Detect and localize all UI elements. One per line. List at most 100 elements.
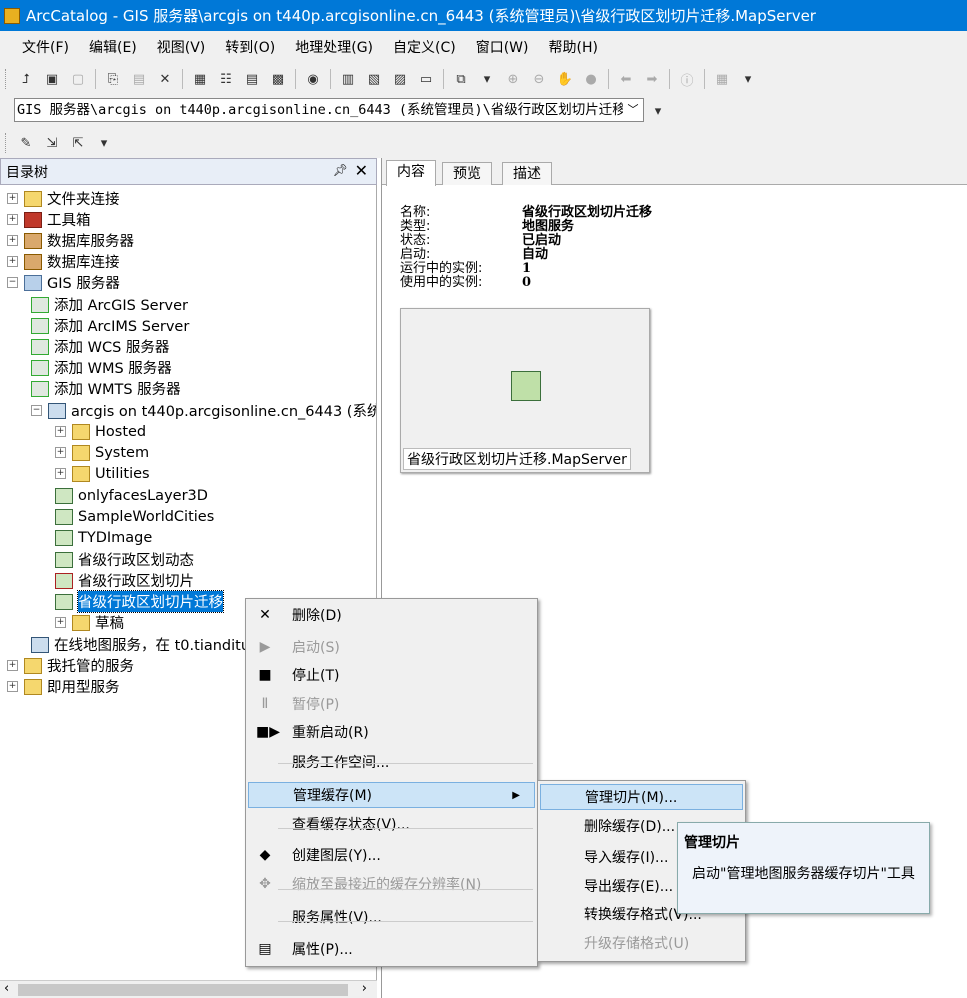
expand-toggle-icon[interactable]: − xyxy=(31,405,42,416)
disconnect-folder-icon[interactable]: ▢ xyxy=(67,69,89,89)
large-icons-icon[interactable]: ▦ xyxy=(189,69,211,89)
scroll-right-icon[interactable]: › xyxy=(362,981,367,996)
forward-icon[interactable]: ➡ xyxy=(641,69,663,89)
menu-go[interactable]: 转到(O) xyxy=(225,37,275,57)
tab-contents[interactable]: 内容 xyxy=(386,160,436,186)
context-menu-item[interactable]: 服务属性(V)... xyxy=(248,904,535,930)
menu-file[interactable]: 文件(F) xyxy=(22,37,69,57)
expand-toggle-icon[interactable]: + xyxy=(55,426,66,437)
tab-preview[interactable]: 预览 xyxy=(442,162,492,185)
context-menu-item[interactable]: ▤ 属性(P)... xyxy=(248,936,535,962)
tree-node[interactable]: 省级行政区划动态 xyxy=(55,549,194,570)
submenu-item[interactable]: 管理切片(M)... xyxy=(540,784,743,810)
context-menu-item[interactable]: ■ 停止(T) xyxy=(248,662,535,688)
connect-folder-icon[interactable]: ▣ xyxy=(41,69,63,89)
context-menu-item[interactable]: ✥ 缩放至最接近的缓存分辨率(N) xyxy=(248,871,535,897)
horizontal-scrollbar[interactable]: ‹ › xyxy=(0,980,377,998)
tree-node[interactable]: 省级行政区划切片 xyxy=(55,570,194,591)
tree-node[interactable]: 添加 WMS 服务器 xyxy=(31,357,172,378)
tree-node[interactable]: + 数据库服务器 xyxy=(7,230,134,251)
tree-node[interactable]: + 文件夹连接 xyxy=(7,188,120,209)
menu-geoprocessing[interactable]: 地理处理(G) xyxy=(295,37,373,57)
expand-toggle-icon[interactable]: + xyxy=(7,235,18,246)
arctoolbox-icon[interactable]: ▨ xyxy=(389,69,411,89)
context-menu-item[interactable]: 查看缓存状态(V)... xyxy=(248,811,535,837)
create-thumbnail-icon[interactable]: ▦ xyxy=(711,69,733,89)
tree-node[interactable]: + 数据库连接 xyxy=(7,251,120,272)
launch-arcmap-icon[interactable]: ◉ xyxy=(302,69,324,89)
edit-metadata-icon[interactable]: ✎ xyxy=(15,133,37,153)
menu-windows[interactable]: 窗口(W) xyxy=(476,37,529,57)
full-extent-icon[interactable]: ● xyxy=(580,69,602,89)
menu-edit[interactable]: 编辑(E) xyxy=(89,37,137,57)
import-metadata-icon[interactable]: ⇲ xyxy=(41,133,63,153)
pin-icon[interactable]: 📌︎ xyxy=(333,163,348,177)
close-icon[interactable]: ✕ xyxy=(355,161,368,180)
menu-view[interactable]: 视图(V) xyxy=(157,37,206,57)
tree-node[interactable]: 添加 WMTS 服务器 xyxy=(31,378,181,399)
context-menu-item[interactable]: 服务工作空间... xyxy=(248,749,535,775)
search-window-icon[interactable]: ▧ xyxy=(363,69,385,89)
expand-toggle-icon[interactable]: − xyxy=(7,277,18,288)
tree-node[interactable]: 添加 ArcIMS Server xyxy=(31,315,189,336)
tree-node[interactable]: + 工具箱 xyxy=(7,209,91,230)
context-menu-item[interactable]: Ⅱ 暂停(P) xyxy=(248,691,535,717)
catalog-window-icon[interactable]: ▥ xyxy=(337,69,359,89)
back-icon[interactable]: ⬅ xyxy=(615,69,637,89)
tree-node[interactable]: + Hosted xyxy=(55,421,146,442)
tree-node[interactable]: − GIS 服务器 xyxy=(7,272,120,293)
tree-node[interactable]: + 即用型服务 xyxy=(7,676,120,697)
tree-node[interactable]: + System xyxy=(55,442,149,463)
expand-toggle-icon[interactable]: + xyxy=(7,256,18,267)
python-window-icon[interactable]: ▭ xyxy=(415,69,437,89)
context-menu-item[interactable]: ▶ 启动(S) xyxy=(248,634,535,660)
toolbar-options-icon[interactable]: ▾ xyxy=(737,69,759,89)
toolbar-options-icon[interactable]: ▾ xyxy=(93,133,115,153)
expand-toggle-icon[interactable]: + xyxy=(7,681,18,692)
menu-customize[interactable]: 自定义(C) xyxy=(393,37,456,57)
expand-toggle-icon[interactable]: + xyxy=(7,660,18,671)
details-icon[interactable]: ▤ xyxy=(241,69,263,89)
tab-description[interactable]: 描述 xyxy=(502,162,552,185)
expand-toggle-icon[interactable]: + xyxy=(7,214,18,225)
context-menu-item[interactable]: ✕ 删除(D) xyxy=(248,602,535,628)
tree-node[interactable]: TYDImage xyxy=(55,527,152,548)
zoom-out-icon[interactable]: ⊖ xyxy=(528,69,550,89)
toolbar-grip[interactable] xyxy=(5,69,8,89)
context-menu-item[interactable]: ◆ 创建图层(Y)... xyxy=(248,842,535,868)
delete-icon[interactable]: ✕ xyxy=(154,69,176,89)
expand-toggle-icon[interactable]: + xyxy=(55,468,66,479)
tree-node[interactable]: + 草稿 xyxy=(55,612,124,633)
modelbuilder-icon[interactable]: ⧉ xyxy=(450,69,472,89)
export-metadata-icon[interactable]: ⇱ xyxy=(67,133,89,153)
menu-help[interactable]: 帮助(H) xyxy=(549,37,598,57)
tree-node[interactable]: + 我托管的服务 xyxy=(7,655,134,676)
scrollbar-thumb[interactable] xyxy=(18,984,348,996)
submenu-item[interactable]: 升级存储格式(U) xyxy=(540,930,743,956)
toolbar-options-icon[interactable]: ▾ xyxy=(647,101,669,121)
tree-node[interactable]: 添加 WCS 服务器 xyxy=(31,336,169,357)
toolbar-grip[interactable] xyxy=(5,133,8,153)
location-field[interactable]: GIS 服务器\arcgis on t440p.arcgisonline.cn_… xyxy=(14,98,644,122)
toolbar-options-icon[interactable]: ▾ xyxy=(476,69,498,89)
context-menu-item[interactable]: ■▶ 重新启动(R) xyxy=(248,719,535,745)
tree-node[interactable]: + Utilities xyxy=(55,463,150,484)
expand-toggle-icon[interactable]: + xyxy=(55,447,66,458)
tree-node[interactable]: − arcgis on t440p.arcgisonline.cn_6443 (系… xyxy=(31,400,376,421)
up-one-level-icon[interactable]: ⮥ xyxy=(15,69,37,89)
list-icon[interactable]: ☷ xyxy=(215,69,237,89)
service-thumbnail[interactable]: 省级行政区划切片迁移.MapServer xyxy=(400,308,650,473)
copy-icon[interactable]: ⎘ xyxy=(102,69,124,89)
identify-icon[interactable]: ⓘ xyxy=(676,69,698,89)
tree-node[interactable]: 添加 ArcGIS Server xyxy=(31,294,188,315)
tree-node[interactable]: onlyfacesLayer3D xyxy=(55,485,208,506)
zoom-in-icon[interactable]: ⊕ xyxy=(502,69,524,89)
tree-node[interactable]: 省级行政区划切片迁移 xyxy=(55,590,224,613)
thumbnails-icon[interactable]: ▩ xyxy=(267,69,289,89)
chevron-down-icon[interactable]: ﹀ xyxy=(623,99,643,121)
context-menu-item[interactable]: 管理缓存(M) ▶ xyxy=(248,782,535,808)
expand-toggle-icon[interactable]: + xyxy=(7,193,18,204)
pan-icon[interactable]: ✋ xyxy=(554,69,576,89)
paste-icon[interactable]: ▤ xyxy=(128,69,150,89)
scroll-left-icon[interactable]: ‹ xyxy=(4,981,9,996)
